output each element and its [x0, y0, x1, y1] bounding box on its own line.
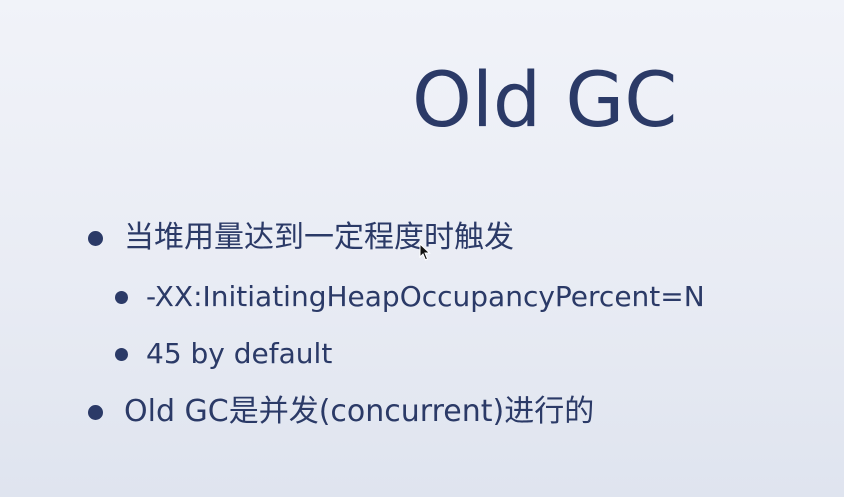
bullet-dot-icon	[88, 404, 103, 420]
sub-bullet-item: 45 by default	[115, 335, 332, 373]
bullet-item: Old GC是并发(concurrent)进行的	[88, 392, 594, 432]
bullet-dot-icon	[115, 290, 128, 304]
bullet-item: 当堆用量达到一定程度时触发	[88, 218, 514, 258]
bullet-dot-icon	[115, 347, 128, 361]
sub-bullet-text: -XX:InitiatingHeapOccupancyPercent=N	[146, 280, 705, 313]
sub-bullet-text: 45 by default	[146, 337, 333, 370]
mouse-cursor-icon	[419, 243, 431, 261]
slide-title: Old GC	[412, 55, 678, 144]
slide: Old GC 当堆用量达到一定程度时触发 -XX:InitiatingHeapO…	[0, 0, 844, 497]
sub-bullet-item: -XX:InitiatingHeapOccupancyPercent=N	[115, 278, 705, 316]
bullet-text: Old GC是并发(concurrent)进行的	[124, 394, 595, 429]
bullet-dot-icon	[88, 230, 103, 246]
bullet-text: 当堆用量达到一定程度时触发	[124, 220, 514, 255]
